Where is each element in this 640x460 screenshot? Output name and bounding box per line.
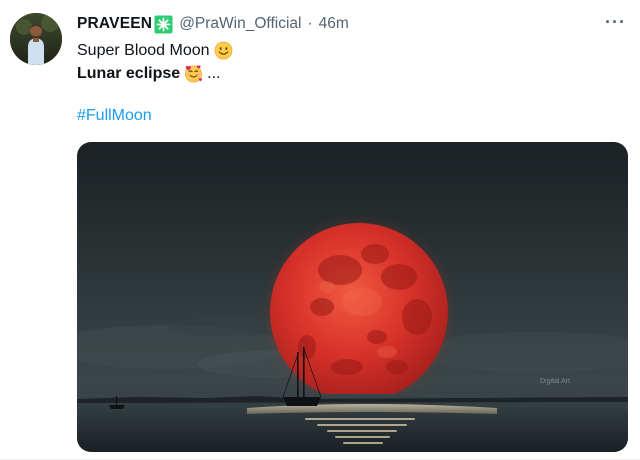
tweet[interactable]: PRAVEEN @PraWin_Official · 46m ··· Super… — [0, 0, 640, 460]
tweet-text-subtitle: Lunar eclipse — [77, 64, 181, 82]
hashtag-link[interactable]: #FullMoon — [77, 107, 152, 125]
user-handle[interactable]: @PraWin_Official — [179, 15, 301, 33]
smiling-face-with-hearts-emoji-icon — [184, 64, 203, 83]
tweet-header: PRAVEEN @PraWin_Official · 46m — [77, 13, 349, 35]
tweet-text-line-1: Super Blood Moon — [77, 41, 233, 60]
tweet-media-image[interactable]: Digital Art — [77, 142, 628, 452]
tweet-text-title: Super Blood Moon — [77, 41, 210, 59]
separator-dot: · — [307, 15, 313, 32]
tweet-text-ellipsis: ... — [207, 64, 221, 82]
avatar[interactable] — [10, 13, 62, 65]
verified-badge-icon — [154, 15, 173, 34]
tweet-text-line-2: Lunar eclipse ... — [77, 64, 221, 83]
timestamp[interactable]: 46m — [319, 15, 349, 33]
image-watermark: Digital Art — [540, 378, 570, 385]
smiling-face-emoji-icon — [214, 41, 233, 60]
user-name[interactable]: PRAVEEN — [77, 15, 152, 33]
more-options-icon[interactable]: ··· — [605, 12, 626, 33]
blood-moon-photo: Digital Art — [77, 142, 628, 452]
